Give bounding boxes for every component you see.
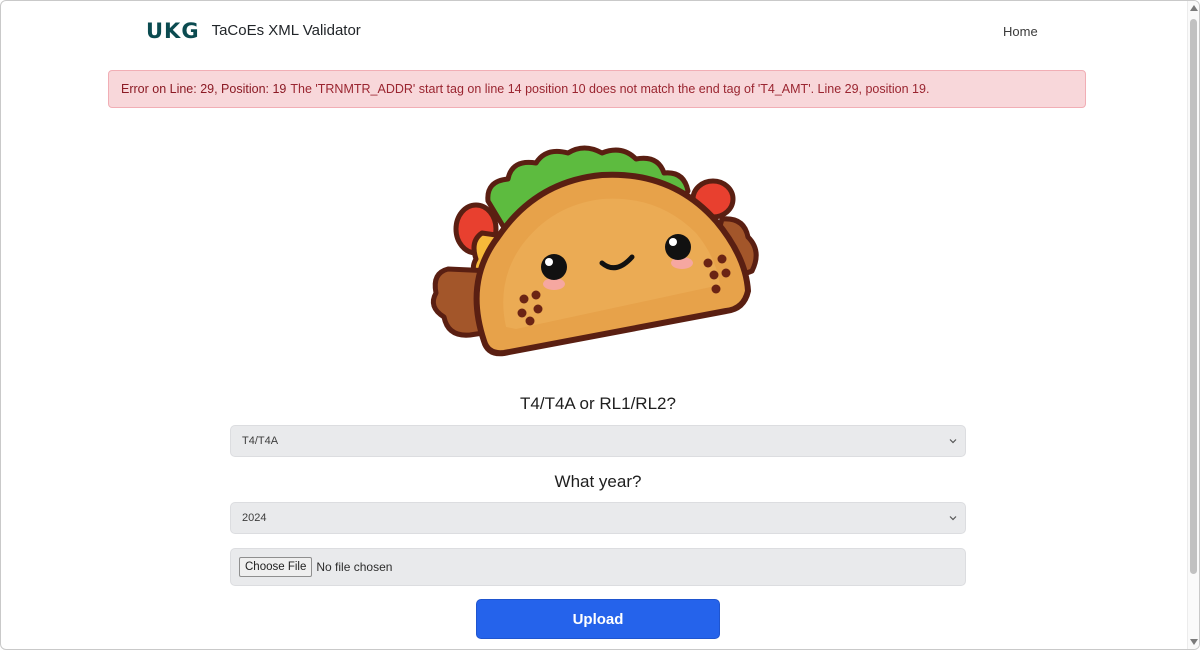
brand[interactable]: UKG TaCoEs XML Validator: [146, 20, 361, 42]
chevron-down-icon: [949, 439, 957, 444]
app-title: TaCoEs XML Validator: [211, 22, 361, 39]
file-input[interactable]: Choose File No file chosen: [230, 548, 966, 586]
scrollbar-thumb[interactable]: [1190, 19, 1197, 574]
browser-viewport: UKG TaCoEs XML Validator Home Error on L…: [0, 0, 1200, 650]
vertical-scrollbar[interactable]: [1187, 1, 1199, 649]
form-type-label: T4/T4A or RL1/RL2?: [520, 394, 676, 413]
choose-file-button[interactable]: Choose File: [239, 557, 313, 577]
error-alert: Error on Line: 29, Position: 19 The 'TRN…: [108, 70, 1086, 108]
year-select[interactable]: 2024: [230, 502, 966, 534]
form-type-value: T4/T4A: [242, 435, 279, 447]
ukg-logo: UKG: [146, 19, 200, 43]
nav-home-link[interactable]: Home: [1003, 23, 1038, 41]
year-label: What year?: [554, 472, 642, 491]
error-message: The 'TRNMTR_ADDR' start tag on line 14 p…: [290, 82, 930, 96]
taco-mascot-image: [430, 145, 759, 357]
scroll-down-arrow-icon[interactable]: [1190, 639, 1198, 645]
file-status: No file chosen: [316, 560, 393, 574]
form-type-select[interactable]: T4/T4A: [230, 425, 966, 457]
year-value: 2024: [242, 512, 267, 524]
navbar: UKG TaCoEs XML Validator Home: [1, 1, 1189, 63]
scroll-up-arrow-icon[interactable]: [1190, 5, 1198, 11]
chevron-down-icon: [949, 516, 957, 521]
error-heading: Error on Line: 29, Position: 19: [121, 82, 287, 96]
upload-button[interactable]: Upload: [476, 599, 720, 639]
